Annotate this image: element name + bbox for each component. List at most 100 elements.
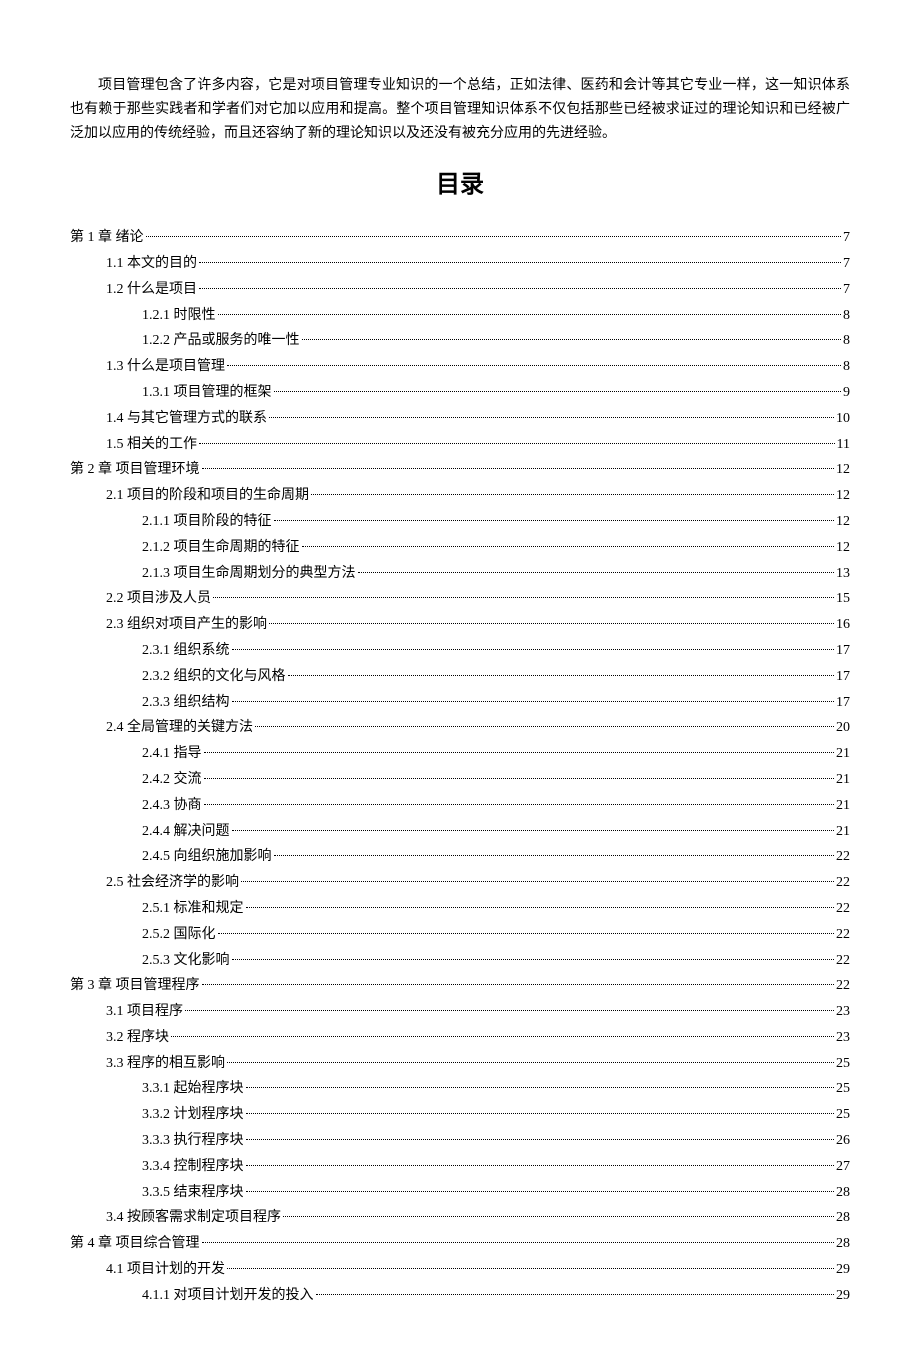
toc-dots: [269, 609, 834, 624]
toc-entry-label: 3.4 按顾客需求制定项目程序: [106, 1206, 281, 1230]
toc-entry[interactable]: 4.1.1 对项目计划开发的投入29: [70, 1284, 850, 1308]
toc-entry[interactable]: 2.2 项目涉及人员15: [70, 587, 850, 611]
toc-entry-label: 第 4 章 项目综合管理: [70, 1232, 200, 1256]
toc-dots: [302, 325, 842, 340]
toc-entry[interactable]: 3.3.2 计划程序块 25: [70, 1103, 850, 1127]
toc-entry[interactable]: 1.2.2 产品或服务的唯一性8: [70, 329, 850, 353]
toc-entry-page: 29: [836, 1258, 850, 1282]
toc-entry-page: 7: [843, 226, 850, 250]
toc-entry-label: 1.3 什么是项目管理: [106, 355, 225, 379]
toc-dots: [241, 867, 834, 882]
toc-entry[interactable]: 2.3.2 组织的文化与风格 17: [70, 665, 850, 689]
toc-entry[interactable]: 2.3.3 组织结构17: [70, 691, 850, 715]
toc-entry[interactable]: 3.3.5 结束程序块28: [70, 1181, 850, 1205]
toc-entry[interactable]: 2.1 项目的阶段和项目的生命周期12: [70, 484, 850, 508]
toc-container: 第 1 章 绪论71.1 本文的目的71.2 什么是项目71.2.1 时限性81…: [70, 226, 850, 1307]
toc-entry-label: 2.4.4 解决问题: [142, 820, 230, 844]
toc-entry[interactable]: 1.2 什么是项目7: [70, 278, 850, 302]
toc-entry[interactable]: 2.4.4 解决问题21: [70, 820, 850, 844]
toc-dots: [311, 480, 834, 495]
toc-entry[interactable]: 3.3.4 控制程序块27: [70, 1155, 850, 1179]
toc-dots: [269, 403, 834, 418]
toc-dots: [227, 1254, 834, 1269]
toc-dots: [213, 583, 834, 598]
toc-entry[interactable]: 3.2 程序块23: [70, 1026, 850, 1050]
toc-entry-label: 3.3.2 计划程序块: [142, 1103, 244, 1127]
toc-entry-page: 22: [836, 897, 850, 921]
toc-dots: [227, 1048, 834, 1063]
toc-entry-page: 25: [836, 1077, 850, 1101]
toc-entry-label: 2.5.2 国际化: [142, 923, 216, 947]
toc-entry[interactable]: 第 1 章 绪论7: [70, 226, 850, 250]
toc-entry-page: 7: [843, 278, 850, 302]
toc-entry-page: 20: [836, 716, 850, 740]
toc-entry[interactable]: 2.1.3 项目生命周期划分的典型方法13: [70, 562, 850, 586]
toc-entry-label: 2.5.3 文化影响: [142, 949, 230, 973]
toc-entry[interactable]: 第 3 章 项目管理程序22: [70, 974, 850, 998]
toc-entry-label: 2.4 全局管理的关键方法: [106, 716, 253, 740]
toc-dots: [199, 248, 841, 263]
toc-entry-label: 2.3 组织对项目产生的影响: [106, 613, 267, 637]
toc-entry-page: 23: [836, 1026, 850, 1050]
toc-dots: [246, 1151, 835, 1166]
toc-dots: [274, 841, 835, 856]
toc-entry-page: 17: [836, 665, 850, 689]
toc-dots: [316, 1280, 835, 1295]
toc-entry[interactable]: 2.4 全局管理的关键方法 20: [70, 716, 850, 740]
toc-dots: [288, 661, 835, 676]
toc-entry[interactable]: 2.1.1 项目阶段的特征12: [70, 510, 850, 534]
toc-entry-label: 2.3.2 组织的文化与风格: [142, 665, 286, 689]
toc-entry[interactable]: 2.5.2 国际化22: [70, 923, 850, 947]
toc-entry[interactable]: 3.4 按顾客需求制定项目程序 28: [70, 1206, 850, 1230]
intro-paragraph: 项目管理包含了许多内容，它是对项目管理专业知识的一个总结，正如法律、医药和会计等…: [70, 74, 850, 145]
toc-entry[interactable]: 1.3.1 项目管理的框架9: [70, 381, 850, 405]
toc-entry-label: 2.5 社会经济学的影响: [106, 871, 239, 895]
toc-entry-page: 28: [836, 1206, 850, 1230]
toc-entry-page: 8: [843, 355, 850, 379]
toc-entry[interactable]: 第 4 章 项目综合管理28: [70, 1232, 850, 1256]
toc-dots: [204, 738, 835, 753]
toc-entry[interactable]: 2.5.3 文化影响22: [70, 949, 850, 973]
toc-entry[interactable]: 2.4.1 指导21: [70, 742, 850, 766]
toc-entry-label: 1.1 本文的目的: [106, 252, 197, 276]
toc-entry[interactable]: 2.3.1 组织系统17: [70, 639, 850, 663]
toc-entry[interactable]: 2.4.3 协商21: [70, 794, 850, 818]
toc-dots: [246, 893, 835, 908]
toc-entry-label: 2.1.2 项目生命周期的特征: [142, 536, 300, 560]
toc-entry[interactable]: 2.4.2 交流21: [70, 768, 850, 792]
toc-entry[interactable]: 2.5 社会经济学的影响22: [70, 871, 850, 895]
toc-entry[interactable]: 3.1 项目程序23: [70, 1000, 850, 1024]
toc-dots: [218, 919, 835, 934]
toc-entry[interactable]: 2.1.2 项目生命周期的特征12: [70, 536, 850, 560]
toc-entry[interactable]: 3.3.1 起始程序块25: [70, 1077, 850, 1101]
toc-entry[interactable]: 1.5 相关的工作11: [70, 433, 850, 457]
toc-entry[interactable]: 1.4 与其它管理方式的联系10: [70, 407, 850, 431]
toc-entry[interactable]: 2.5.1 标准和规定22: [70, 897, 850, 921]
toc-dots: [232, 687, 835, 702]
toc-entry[interactable]: 2.4.5 向组织施加影响22: [70, 845, 850, 869]
toc-entry[interactable]: 1.3 什么是项目管理 8: [70, 355, 850, 379]
toc-entry[interactable]: 第 2 章 项目管理环境12: [70, 458, 850, 482]
toc-entry[interactable]: 4.1 项目计划的开发 29: [70, 1258, 850, 1282]
toc-entry[interactable]: 1.1 本文的目的7: [70, 252, 850, 276]
toc-dots: [218, 300, 842, 315]
toc-entry-label: 2.1 项目的阶段和项目的生命周期: [106, 484, 309, 508]
toc-entry-page: 22: [836, 845, 850, 869]
toc-entry-label: 4.1 项目计划的开发: [106, 1258, 225, 1282]
toc-entry-page: 26: [836, 1129, 850, 1153]
toc-entry-label: 2.3.1 组织系统: [142, 639, 230, 663]
toc-dots: [227, 351, 841, 366]
toc-entry-page: 8: [843, 329, 850, 353]
toc-entry[interactable]: 3.3.3 执行程序块26: [70, 1129, 850, 1153]
toc-dots: [202, 454, 835, 469]
toc-entry[interactable]: 1.2.1 时限性8: [70, 304, 850, 328]
toc-entry[interactable]: 2.3 组织对项目产生的影响16: [70, 613, 850, 637]
toc-dots: [204, 764, 835, 779]
toc-entry-page: 17: [836, 691, 850, 715]
toc-entry-label: 1.3.1 项目管理的框架: [142, 381, 272, 405]
toc-entry-label: 3.3.5 结束程序块: [142, 1181, 244, 1205]
toc-dots: [171, 1022, 834, 1037]
toc-dots: [358, 558, 835, 573]
toc-entry-page: 25: [836, 1103, 850, 1127]
toc-entry[interactable]: 3.3 程序的相互影响25: [70, 1052, 850, 1076]
